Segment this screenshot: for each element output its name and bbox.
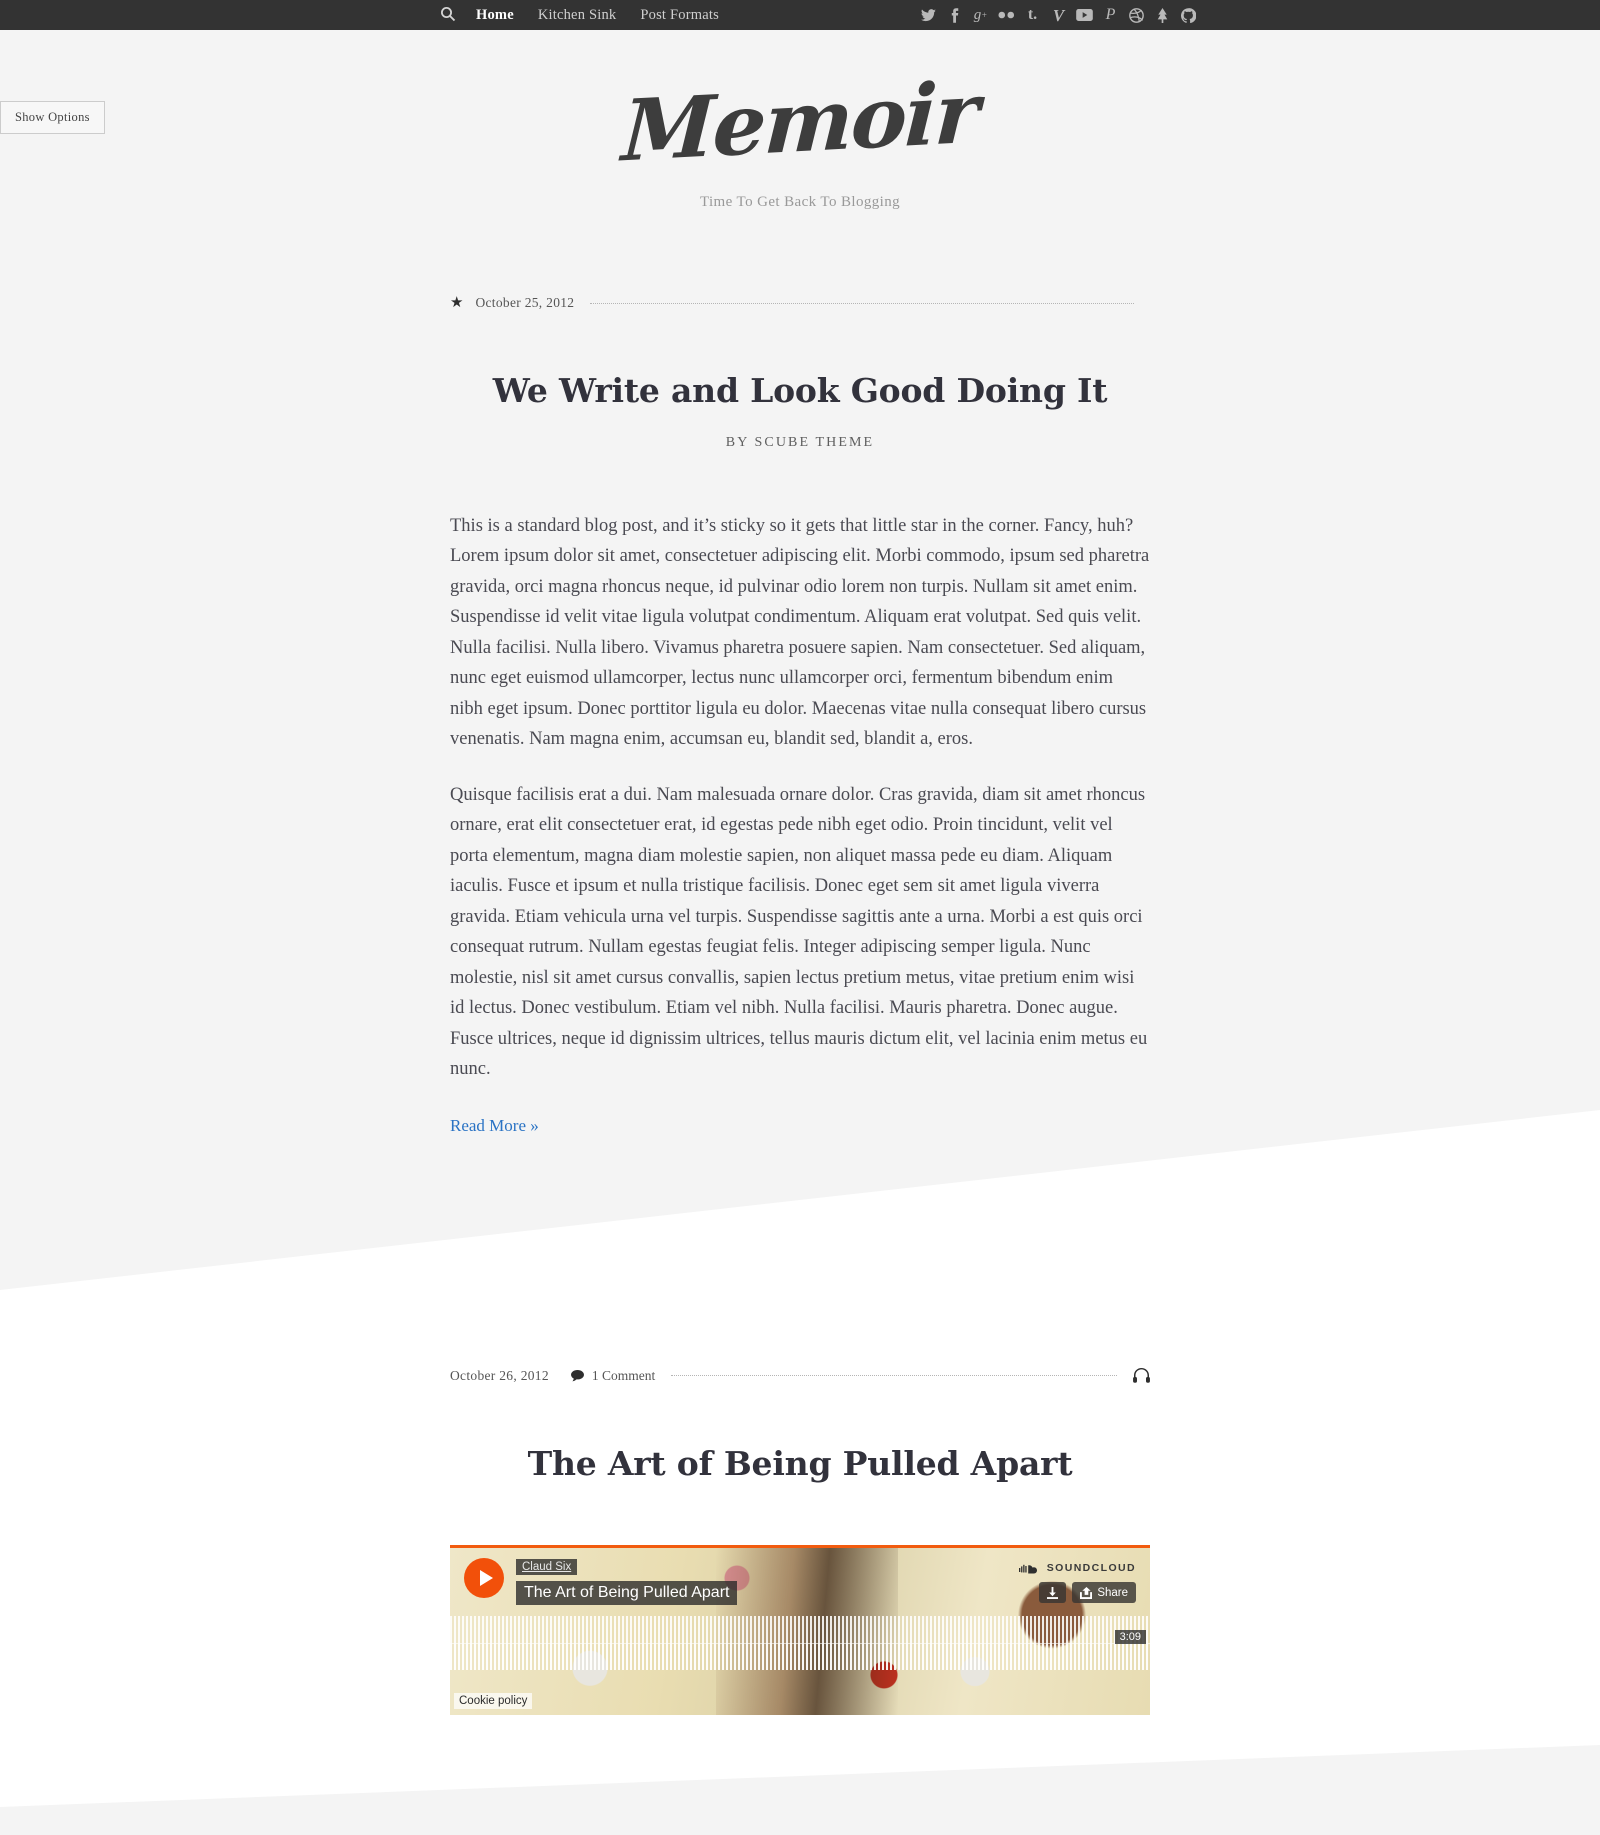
site-tagline: Time To Get Back To Blogging [699,194,901,210]
soundcloud-player[interactable]: Claud Six The Art of Being Pulled Apart … [450,1545,1150,1716]
soundcloud-cloud-icon [1018,1563,1041,1574]
post-date: October 26, 2012 [450,1367,549,1383]
search-icon[interactable] [440,6,458,24]
post-paragraph: This is a standard blog post, and it’s s… [450,515,1150,750]
googleplus-icon[interactable]: g + [972,5,989,25]
site-masthead: Memoir Time To Get Back To Blogging [0,0,1600,211]
soundcloud-actions: Share [1039,1582,1136,1604]
post-article-audio: October 26, 2012 1 Comment The Art of Be… [450,1348,1150,1716]
site-logo[interactable]: Memoir [620,62,980,180]
post-date: October 25, 2012 [475,295,575,310]
post-body: This is a standard blog post, and it’s s… [450,511,1150,1136]
forrst-icon[interactable] [1154,5,1171,25]
share-button-label: Share [1097,1586,1128,1599]
download-button[interactable] [1039,1582,1067,1604]
soundcloud-brand[interactable]: SOUNDCLOUD [1018,1562,1136,1575]
facebook-icon[interactable] [946,5,963,25]
soundcloud-brand-label: SOUNDCLOUD [1046,1562,1136,1575]
dribbble-icon[interactable] [1128,5,1145,25]
comment-bubble-icon [570,1369,584,1382]
headphones-icon [1133,1368,1150,1384]
post-title[interactable]: The Art of Being Pulled Apart [450,1444,1150,1484]
share-button[interactable]: Share [1072,1582,1136,1604]
top-navigation-bar: Home Kitchen Sink Post Formats g + t. V P [0,0,1600,30]
nav-item-home[interactable]: Home [476,7,514,24]
soundcloud-artist[interactable]: Claud Six [516,1559,578,1576]
play-triangle-icon [479,1570,493,1587]
soundcloud-track-title[interactable]: The Art of Being Pulled Apart [516,1581,738,1606]
post-byline: BY SCUBE THEME [725,434,875,450]
post-article-sticky: ★ October 25, 2012 We Write and Look Goo… [450,293,1150,1136]
youtube-icon[interactable] [1076,5,1093,25]
post-title[interactable]: We Write and Look Good Doing It [450,371,1150,411]
show-options-button[interactable]: Show Options [0,101,105,134]
flickr-icon[interactable] [998,5,1015,25]
cookie-policy-link[interactable]: Cookie policy [454,1693,533,1710]
nav-item-kitchen-sink[interactable]: Kitchen Sink [538,7,617,24]
sticky-star-icon: ★ [450,294,464,311]
github-icon[interactable] [1180,5,1197,25]
nav-item-post-formats[interactable]: Post Formats [640,7,719,24]
meta-divider [671,1375,1117,1377]
comment-count-label: 1 Comment [591,1367,656,1383]
primary-nav: Home Kitchen Sink Post Formats [440,6,743,24]
tumblr-icon[interactable]: t. [1024,5,1041,25]
social-links: g + t. V P [920,0,1197,30]
comment-count[interactable]: 1 Comment [570,1367,656,1384]
vimeo-icon[interactable]: V [1050,5,1067,25]
meta-divider [590,302,1134,304]
post-meta: October 26, 2012 1 Comment [450,1366,1150,1386]
waveform-lower [450,1644,1150,1671]
twitter-icon[interactable] [920,5,937,25]
pinterest-icon[interactable]: P [1102,5,1119,25]
track-duration: 3:09 [1114,1630,1146,1645]
post-meta: ★ October 25, 2012 [450,293,1150,313]
post-paragraph: Quisque facilisis erat a dui. Nam malesu… [450,784,1148,1080]
read-more-link[interactable]: Read More » [450,1116,539,1136]
progress-line [450,1643,1150,1645]
